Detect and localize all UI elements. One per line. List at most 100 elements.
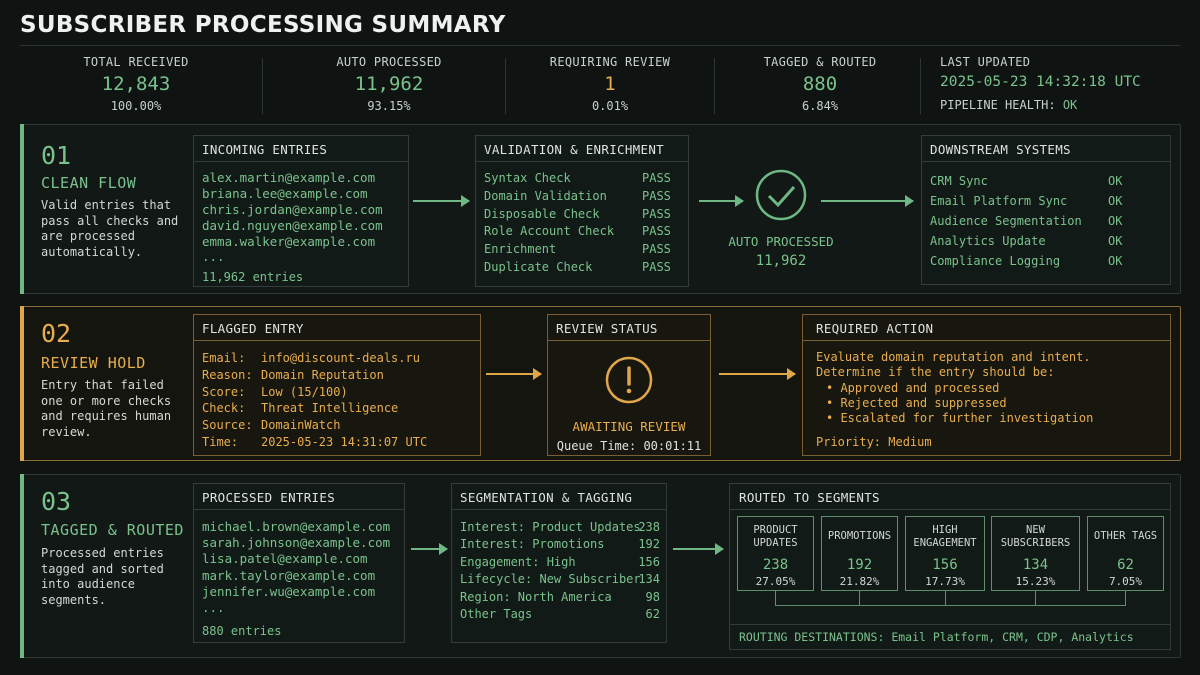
system-name: Analytics Update <box>930 234 1046 248</box>
segment-name: UPDATES <box>753 537 798 549</box>
review-status-text: AWAITING REVIEW <box>572 419 686 434</box>
check-status: PASS <box>642 189 671 203</box>
segment-promotions: PROMOTIONS 192 21.82% <box>821 516 898 591</box>
check-name: Disposable Check <box>484 207 600 221</box>
field-key: Source: <box>202 418 253 432</box>
exclamation-circle-icon <box>605 356 653 404</box>
pipeline-health: PIPELINE HEALTH: OK <box>940 98 1180 112</box>
metric-value: 880 <box>802 73 838 95</box>
field-key: Check: <box>202 401 246 415</box>
tag-name: Region: North America <box>460 590 612 604</box>
metric-tagged-routed: TAGGED & ROUTED 880 6.84% <box>745 55 895 113</box>
routing-connector <box>775 605 1126 606</box>
segmentation-tagging-panel: SEGMENTATION & TAGGING Interest: Product… <box>451 483 667 643</box>
list-item: david.nguyen@example.com <box>202 218 383 233</box>
page-title: SUBSCRIBER PROCESSING SUMMARY <box>20 12 506 38</box>
metric-value: 1 <box>604 73 616 95</box>
system-status: OK <box>1108 174 1123 188</box>
flagged-entry-panel: FLAGGED ENTRY Email: info@discount-deals… <box>193 314 481 456</box>
system-status: OK <box>1108 234 1123 248</box>
routing-connector <box>1035 591 1036 605</box>
list-item: sarah.johnson@example.com <box>202 535 391 550</box>
action-line: Determine if the entry should be: <box>816 365 1055 379</box>
tag-count: 62 <box>645 607 660 621</box>
tag-name: Engagement: High <box>460 555 576 569</box>
segment-name: HIGH <box>932 524 958 536</box>
check-status: PASS <box>642 224 671 238</box>
panel-title: ROUTED TO SEGMENTS <box>730 484 1170 510</box>
action-option: • Rejected and suppressed <box>826 396 1007 410</box>
action-option: • Escalated for further investigation <box>826 411 1094 425</box>
metric-label: REQUIRING REVIEW <box>549 55 671 69</box>
metric-pct: 0.01% <box>591 99 629 113</box>
section-name: REVIEW HOLD <box>41 354 146 372</box>
metric-pct: 6.84% <box>801 99 839 113</box>
routing-connector <box>775 591 776 605</box>
action-option: • Approved and processed <box>826 381 1000 395</box>
routing-connector <box>945 591 946 605</box>
entry-count: 880 entries <box>202 624 282 638</box>
field-value: Low (15/100) <box>261 385 348 399</box>
segment-name: PRODUCT <box>753 524 798 536</box>
metric-divider <box>262 58 263 114</box>
segment-new-subscribers: NEW SUBSCRIBERS 134 15.23% <box>991 516 1080 591</box>
system-name: Email Platform Sync <box>930 194 1068 208</box>
segment-name: SUBSCRIBERS <box>1000 537 1071 549</box>
field-value: 2025-05-23 14:31:07 UTC <box>261 435 428 449</box>
section-name: CLEAN FLOW <box>41 174 137 192</box>
field-value: Threat Intelligence <box>261 401 399 415</box>
segment-value: 134 <box>1022 557 1049 573</box>
segment-pct: 15.23% <box>1015 575 1056 588</box>
processed-entries-panel: PROCESSED ENTRIES michael.brown@example.… <box>193 483 405 643</box>
entry-count: 11,962 entries <box>202 270 304 284</box>
last-updated-label: LAST UPDATED <box>940 55 1031 69</box>
field-key: Score: <box>202 385 246 399</box>
queue-time: Queue Time: 00:01:11 <box>556 439 702 453</box>
segment-value: 62 <box>1117 557 1134 573</box>
metric-pct: 93.15% <box>367 99 411 113</box>
section-accent-bar <box>20 124 24 294</box>
routed-segments-panel: ROUTED TO SEGMENTS PRODUCT UPDATES 238 2… <box>729 483 1171 650</box>
tag-name: Interest: Product Updates <box>460 520 641 534</box>
incoming-entries-panel: INCOMING ENTRIES alex.martin@example.com… <box>193 135 409 287</box>
section-number: 01 <box>41 141 72 170</box>
field-key: Time: <box>202 435 239 449</box>
action-option-text: Escalated for further investigation <box>840 411 1094 425</box>
segment-pct: 27.05% <box>755 575 796 588</box>
list-item: ... <box>202 249 225 264</box>
section-clean-flow: 01 CLEAN FLOW Valid entries that pass al… <box>20 124 1181 294</box>
system-status: OK <box>1108 214 1123 228</box>
metric-total-received: TOTAL RECEIVED 12,843 100.00% <box>66 55 206 113</box>
required-action-panel: REQUIRED ACTION Evaluate domain reputati… <box>802 314 1171 456</box>
list-item: briana.lee@example.com <box>202 186 368 201</box>
list-item: ... <box>202 600 225 615</box>
flow-arrow <box>821 195 914 207</box>
segment-name: PROMOTIONS <box>827 530 892 542</box>
panel-title: VALIDATION & ENRICHMENT <box>476 136 688 162</box>
tag-count: 134 <box>638 572 660 586</box>
flow-arrow <box>673 543 724 555</box>
field-key: Reason: <box>202 368 253 382</box>
field-value: info@discount-deals.ru <box>261 351 420 365</box>
review-status-panel: REVIEW STATUS AWAITING REVIEW Queue Time… <box>547 314 711 456</box>
metric-requiring-review: REQUIRING REVIEW 1 0.01% <box>535 55 685 113</box>
metric-pct: 100.00% <box>110 99 162 113</box>
panel-title: REVIEW STATUS <box>548 315 710 341</box>
system-name: Audience Segmentation <box>930 214 1082 228</box>
panel-title: INCOMING ENTRIES <box>194 136 408 162</box>
check-circle-icon <box>755 169 807 221</box>
segment-value: 192 <box>846 557 873 573</box>
tag-name: Other Tags <box>460 607 533 621</box>
metric-auto-processed: AUTO PROCESSED 11,962 93.15% <box>314 55 464 113</box>
check-status: PASS <box>642 171 671 185</box>
pipeline-health-value: OK <box>1062 98 1078 112</box>
segment-high-engagement: HIGH ENGAGEMENT 156 17.73% <box>905 516 985 591</box>
title-divider <box>20 45 1180 46</box>
system-status: OK <box>1108 254 1123 268</box>
segment-name: ENGAGEMENT <box>913 537 977 549</box>
downstream-panel: DOWNSTREAM SYSTEMS CRM Sync OK Email Pla… <box>921 135 1171 285</box>
check-name: Syntax Check <box>484 171 571 185</box>
tag-count: 98 <box>645 590 660 604</box>
routing-connector <box>859 591 860 605</box>
section-tagged-routed: 03 TAGGED & ROUTED Processed entries tag… <box>20 474 1181 658</box>
